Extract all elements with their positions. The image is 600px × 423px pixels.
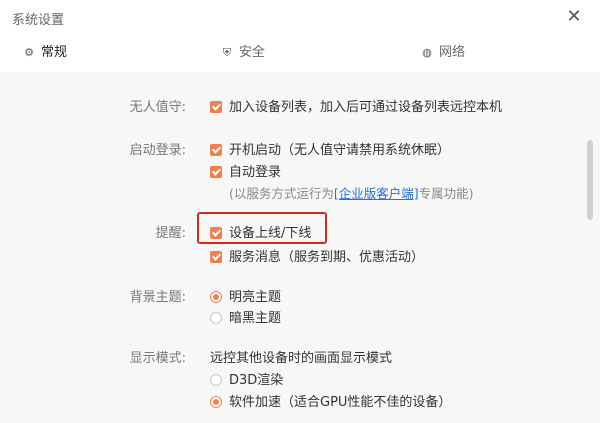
display-software-radio[interactable]: 软件加速（适合GPU性能不佳的设备） [210,391,451,410]
scrollbar-thumb[interactable] [587,140,593,220]
reminder-label: 提醒: [155,226,186,241]
theme-label: 背景主题: [129,290,186,305]
window-title: 系统设置 [12,13,65,28]
tab-general[interactable]: ⚙ 常规 [22,34,67,72]
tab-security[interactable]: ⛨ 安全 [220,34,265,72]
tab-network[interactable]: ◍ 网络 [420,34,465,72]
autostart-checkbox[interactable]: 开机启动（无人值守请禁用系统休眠） [210,139,450,158]
gear-icon: ⚙ [24,46,34,59]
shield-icon: ⛨ [222,46,232,59]
tab-label: 安全 [239,45,266,60]
display-software-option: 软件加速（适合GPU性能不佳的设备） [229,395,452,410]
display-label: 显示模式: [129,351,186,366]
service-message-option: 服务消息（服务到期、优惠活动） [229,250,425,265]
checkbox-checked-icon [210,101,222,113]
display-description: 远控其他设备时的画面显示模式 [210,351,393,366]
tab-label: 网络 [439,45,466,60]
theme-dark-option: 暗黑主题 [229,311,282,326]
autostart-option: 开机启动（无人值守请禁用系统休眠） [229,143,451,158]
theme-light-radio[interactable]: 明亮主题 [210,286,281,305]
radio-unselected-icon [210,374,222,386]
checkbox-checked-icon [210,251,222,263]
theme-dark-radio[interactable]: 暗黑主题 [210,307,281,326]
settings-window: 系统设置 ✕ ⚙ 常规 ⛨ 安全 ◍ 网络 无人值守: 加入设备列表，加入后可通过设备… [0,0,600,423]
display-d3d-option: D3D渲染 [229,373,284,388]
close-icon[interactable]: ✕ [564,7,584,27]
tab-label: 常规 [41,45,68,60]
checkbox-checked-icon [210,144,222,156]
note-suffix: 专属功能) [418,186,474,201]
enterprise-note: (以服务方式运行为[企业版客户端]专属功能) [229,183,474,202]
radio-unselected-icon [210,312,222,324]
title-bar: 系统设置 ✕ [0,0,600,34]
service-message-checkbox[interactable]: 服务消息（服务到期、优惠活动） [210,246,424,265]
tab-bar: ⚙ 常规 ⛨ 安全 ◍ 网络 [0,34,600,73]
unattended-checkbox[interactable]: 加入设备列表，加入后可通过设备列表远控本机 [210,96,502,115]
note-prefix: (以服务方式运行为 [229,186,334,201]
radio-selected-icon [210,291,222,303]
checkbox-checked-icon [210,166,222,178]
unattended-label: 无人值守: [129,100,186,115]
autologin-checkbox[interactable]: 自动登录 [210,161,281,180]
startup-label: 启动登录: [129,143,186,158]
globe-icon: ◍ [422,46,432,59]
theme-light-option: 明亮主题 [229,290,282,305]
enterprise-client-link[interactable]: [企业版客户端] [334,186,419,201]
autologin-option: 自动登录 [229,165,282,180]
display-d3d-radio[interactable]: D3D渲染 [210,369,283,388]
highlight-box [197,212,327,244]
unattended-option: 加入设备列表，加入后可通过设备列表远控本机 [229,100,503,115]
radio-selected-icon [210,396,222,408]
